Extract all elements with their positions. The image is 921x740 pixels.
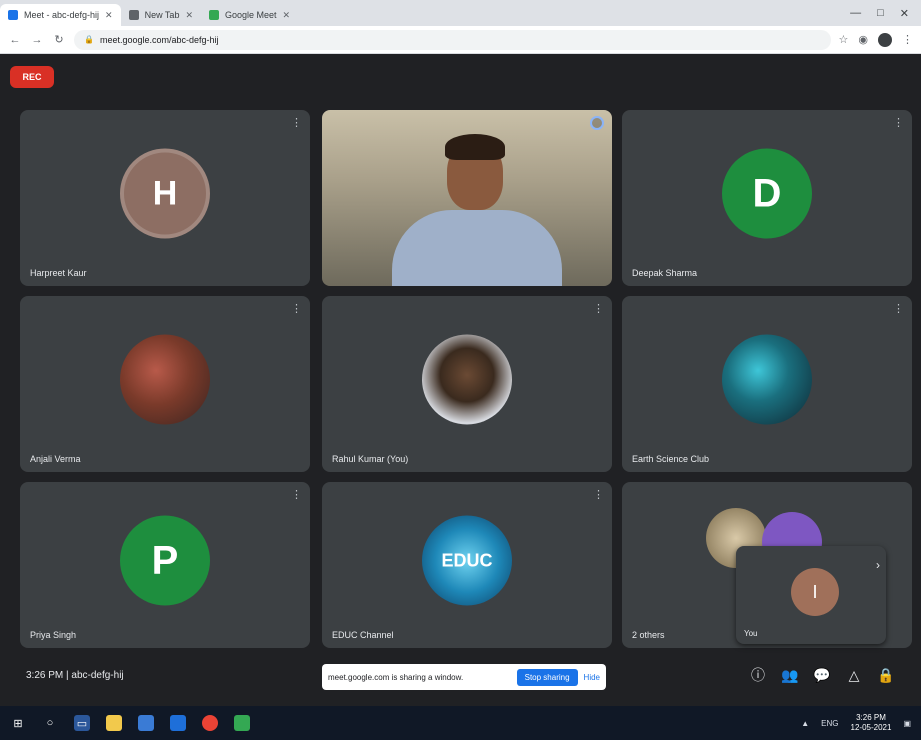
url-input[interactable]: 🔒 meet.google.com/abc-defg-hij — [74, 29, 831, 50]
participant-tile[interactable]: ⋮ EDUC EDUC Channel — [322, 482, 612, 648]
url-text: meet.google.com/abc-defg-hij — [99, 34, 219, 45]
others-label: 2 others — [632, 630, 665, 640]
video-person-body — [392, 210, 562, 286]
windows-taskbar: ⊞ ○ ▭ ▲ ENG 3:26 PM 12-05-2021 ▣ — [0, 706, 921, 740]
lock-icon[interactable]: 🔒 — [877, 667, 895, 684]
tab-title: New Tab — [144, 10, 180, 20]
sharing-text: meet.google.com is sharing a window. — [328, 672, 464, 682]
star-icon[interactable]: ☆ — [839, 33, 849, 46]
pin-icon[interactable] — [590, 116, 604, 130]
avatar: D — [722, 148, 812, 239]
participant-tile[interactable]: ⋮ Anjali Verma — [20, 296, 310, 472]
sharing-banner: meet.google.com is sharing a window. Sto… — [322, 664, 606, 690]
search-icon[interactable]: ○ — [42, 715, 58, 731]
stop-sharing-button[interactable]: Stop sharing — [516, 668, 578, 686]
tab-title: Meet - abc-defg-hij — [24, 10, 100, 20]
profile-avatar[interactable] — [878, 32, 892, 47]
meeting-controls-bar: 3:26 PM | abc-defg-hij meet.google.com i… — [0, 652, 921, 698]
participant-video-tile[interactable] — [322, 110, 612, 286]
browser-tab-0[interactable]: Meet - abc-defg-hij ✕ — [0, 4, 121, 26]
avatar: P — [120, 515, 210, 606]
close-tab-icon[interactable]: ✕ — [105, 10, 113, 21]
participant-name: Anjali Verma — [30, 454, 81, 464]
extensions-area: ☆ ◉ ⋮ — [839, 32, 913, 47]
people-icon[interactable]: 👥 — [781, 667, 799, 684]
video-person-hair — [445, 134, 505, 160]
participant-name: Earth Science Club — [632, 454, 710, 464]
participant-name: Priya Singh — [30, 630, 77, 640]
task-view-icon[interactable]: ▭ — [74, 715, 90, 731]
mail-icon[interactable] — [170, 715, 186, 731]
meeting-time-code: 3:26 PM | abc-defg-hij — [26, 669, 124, 681]
participant-tile[interactable]: ⋮ H Harpreet Kaur — [20, 110, 310, 286]
collapse-self-view-icon[interactable]: › — [876, 558, 880, 572]
more-options-icon[interactable]: ⋮ — [291, 302, 302, 315]
avatar — [422, 334, 512, 425]
tab-favicon-icon — [209, 10, 219, 20]
tab-favicon-icon — [128, 10, 139, 20]
meet-favicon-icon — [8, 10, 18, 20]
more-options-icon[interactable]: ⋮ — [893, 302, 904, 315]
close-tab-icon[interactable]: ✕ — [185, 10, 193, 21]
participant-tile[interactable]: ⋮ Earth Science Club — [622, 296, 912, 472]
clock-time: 3:26 PM — [856, 713, 886, 722]
forward-icon[interactable]: → — [30, 33, 44, 47]
notifications-icon[interactable]: ▣ — [903, 719, 911, 728]
more-options-icon[interactable]: ⋮ — [291, 116, 302, 129]
browser-tab-2[interactable]: Google Meet ✕ — [201, 4, 298, 26]
camera-icon[interactable]: ◉ — [858, 33, 868, 46]
maximize-icon[interactable]: □ — [877, 7, 884, 19]
start-icon[interactable]: ⊞ — [10, 715, 26, 731]
participant-tile[interactable]: ⋮ Rahul Kumar (You) — [322, 296, 612, 472]
activities-icon[interactable]: △ — [845, 667, 863, 684]
more-options-icon[interactable]: ⋮ — [291, 488, 302, 501]
participant-tile[interactable]: ⋮ D Deepak Sharma — [622, 110, 912, 286]
meet-stage: REC ⋮ H Harpreet Kaur ⋮ D Deepak Sharma … — [0, 54, 921, 706]
hide-button[interactable]: Hide — [584, 673, 600, 682]
address-bar: ← → ↻ 🔒 meet.google.com/abc-defg-hij ☆ ◉… — [0, 26, 921, 54]
more-options-icon[interactable]: ⋮ — [593, 302, 604, 315]
avatar — [722, 334, 812, 425]
chat-icon[interactable]: 💬 — [813, 667, 831, 684]
store-icon[interactable] — [138, 715, 154, 731]
info-icon[interactable]: ⓘ — [749, 665, 767, 685]
self-view-tile[interactable]: I You — [736, 546, 886, 644]
system-tray: ▲ ENG 3:26 PM 12-05-2021 ▣ — [801, 713, 911, 733]
more-options-icon[interactable]: ⋮ — [893, 116, 904, 129]
clock[interactable]: 3:26 PM 12-05-2021 — [851, 713, 892, 733]
avatar: EDUC — [422, 515, 512, 606]
participant-name: Harpreet Kaur — [30, 268, 87, 278]
file-explorer-icon[interactable] — [106, 715, 122, 731]
clock-date: 12-05-2021 — [850, 723, 892, 732]
minimize-icon[interactable]: — — [850, 7, 861, 19]
back-icon[interactable]: ← — [8, 33, 22, 47]
avatar — [120, 334, 210, 425]
app-icon[interactable] — [234, 715, 250, 731]
language-indicator[interactable]: ENG — [821, 719, 838, 728]
participant-name: Rahul Kumar (You) — [332, 454, 409, 464]
chrome-icon[interactable] — [202, 715, 218, 731]
network-icon[interactable]: ▲ — [801, 719, 809, 728]
more-options-icon[interactable]: ⋮ — [593, 488, 604, 501]
self-avatar: I — [791, 568, 839, 616]
participant-name: EDUC Channel — [332, 630, 394, 640]
participant-tile[interactable]: ⋮ P Priya Singh — [20, 482, 310, 648]
window-controls: — □ ✕ — [850, 0, 921, 26]
close-window-icon[interactable]: ✕ — [900, 7, 909, 20]
close-tab-icon[interactable]: ✕ — [283, 10, 291, 21]
browser-tab-1[interactable]: New Tab ✕ — [121, 4, 201, 26]
browser-tab-bar: Meet - abc-defg-hij ✕ New Tab ✕ Google M… — [0, 0, 921, 26]
avatar: H — [120, 148, 210, 239]
participant-name: Deepak Sharma — [632, 268, 698, 278]
side-controls: ⓘ 👥 💬 △ 🔒 — [749, 665, 895, 685]
lock-icon: 🔒 — [84, 35, 94, 44]
self-name: You — [744, 629, 758, 638]
tab-title: Google Meet — [225, 10, 277, 20]
recording-badge: REC — [10, 66, 54, 88]
reload-icon[interactable]: ↻ — [52, 33, 66, 47]
menu-icon[interactable]: ⋮ — [902, 33, 913, 46]
